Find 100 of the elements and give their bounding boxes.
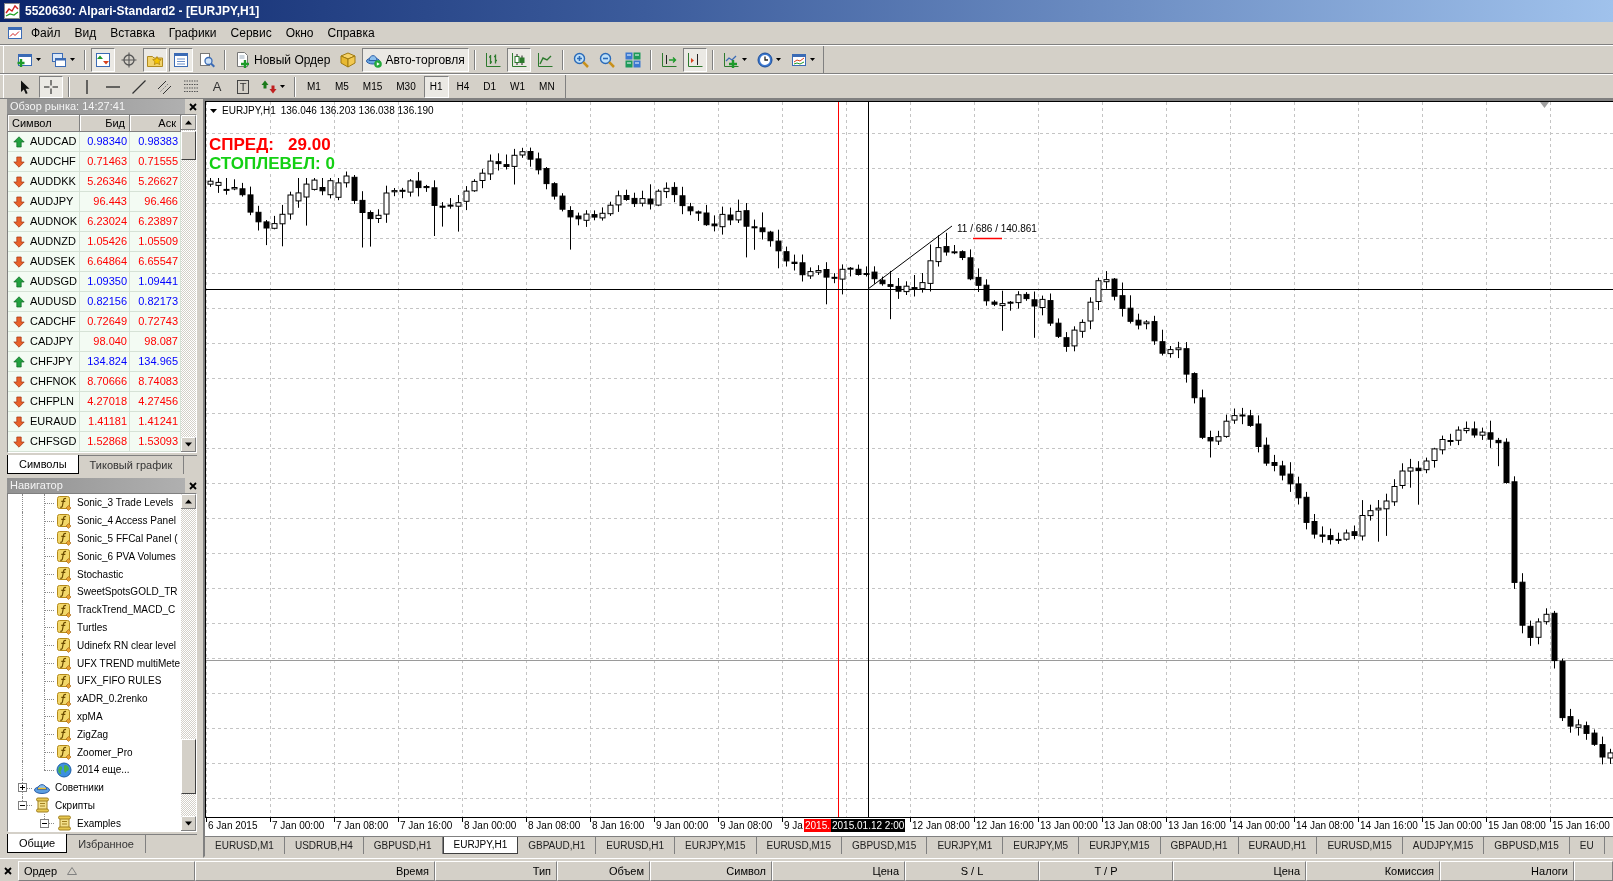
column-header[interactable]: Символ xyxy=(650,861,772,881)
text-label-tool-button[interactable]: T xyxy=(231,75,255,98)
column-header[interactable]: Аск xyxy=(130,115,181,132)
arrows-icon xyxy=(261,78,277,95)
tree-item[interactable]: Советники xyxy=(55,782,104,794)
menu-item[interactable]: Справка xyxy=(320,24,382,42)
scroll-down-arrow-icon[interactable] xyxy=(181,437,196,452)
chart-tab[interactable]: AUDJPY,M15 xyxy=(1402,837,1485,854)
tree-item[interactable]: UFX_FIFO RULES xyxy=(77,675,162,687)
tree-item[interactable]: Sonic_6 PVA Volumes xyxy=(77,550,176,562)
chart-tab[interactable]: USDRUB,H4 xyxy=(284,837,364,854)
chart-tab[interactable]: EURJPY,M15 xyxy=(1079,837,1161,854)
scrollbar[interactable] xyxy=(181,115,196,452)
column-header[interactable]: Ордер xyxy=(18,861,195,881)
panel-tab[interactable]: Тиковый график xyxy=(78,456,185,474)
tree-item[interactable]: Sonic_5 FFCal Panel ( xyxy=(77,533,178,544)
tree-item[interactable]: Udinefx RN clear level xyxy=(77,639,176,651)
caret-icon[interactable] xyxy=(210,108,217,113)
scroll-up-arrow-icon[interactable] xyxy=(181,115,196,130)
period-button[interactable]: M5 xyxy=(328,75,355,98)
scroll-thumb[interactable] xyxy=(181,739,196,794)
column-header[interactable]: Комиссия xyxy=(1306,861,1440,881)
tree-item[interactable]: Stochastic xyxy=(77,568,124,580)
chart-tab[interactable]: EURUSD,M1 xyxy=(205,837,285,854)
tree-item[interactable]: SweetSpotsGOLD_TR xyxy=(77,586,178,598)
chart-tab[interactable]: EU xyxy=(1569,837,1605,854)
column-header[interactable]: Объем xyxy=(557,861,650,881)
auto-trading-button[interactable]: Авто-торговля xyxy=(362,47,469,72)
period-button[interactable]: M30 xyxy=(390,75,422,98)
panel-tab[interactable]: Символы xyxy=(7,455,79,474)
column-header[interactable]: Налоги xyxy=(1440,861,1574,881)
tree-item[interactable]: TrackTrend_MACD_C xyxy=(77,604,176,616)
chart-tab[interactable]: GBPAUD,H1 xyxy=(1160,837,1239,854)
terminal-button[interactable] xyxy=(169,47,193,72)
tree-item[interactable]: xADR_0.2renko xyxy=(77,693,148,705)
close-icon[interactable] xyxy=(4,867,12,875)
chart-tab[interactable]: GBPUSD,H1 xyxy=(363,837,443,854)
chart-tab[interactable]: EURJPY,M1 xyxy=(927,837,1004,854)
tree-item[interactable]: 2014 еще... xyxy=(77,764,130,776)
tree-item[interactable]: xpMA xyxy=(77,710,103,722)
menu-item[interactable]: Вид xyxy=(67,24,104,42)
period-button[interactable]: H1 xyxy=(423,75,449,98)
chart-tab[interactable]: EURUSD,H1 xyxy=(596,837,676,854)
tree-item[interactable]: Sonic_3 Trade Levels xyxy=(77,497,174,509)
chart-tab[interactable]: EURJPY,H1 xyxy=(442,837,519,854)
column-header[interactable]: S / L xyxy=(905,861,1039,881)
collapse-icon[interactable] xyxy=(18,800,27,810)
tree-item[interactable]: Sonic_4 Access Panel xyxy=(77,515,176,527)
panel-tab[interactable]: Избранное xyxy=(67,835,146,853)
tree-item[interactable]: UFX TREND multiMete xyxy=(77,657,181,669)
menu-item[interactable]: Окно xyxy=(278,24,321,42)
chart-tab[interactable]: EURJPY,M15 xyxy=(675,837,757,854)
column-header[interactable]: Время xyxy=(195,861,435,881)
column-header[interactable]: Бид xyxy=(80,115,130,132)
text-tool-button[interactable]: A xyxy=(205,75,229,98)
period-button[interactable]: D1 xyxy=(477,75,503,98)
chart-shift-button[interactable] xyxy=(682,47,707,72)
market-watch-button[interactable] xyxy=(91,47,115,72)
menu-item[interactable]: Сервис xyxy=(223,24,279,42)
tree-item[interactable]: ZigZag xyxy=(77,728,109,740)
menu-item[interactable]: Графики xyxy=(161,24,224,42)
chart-tab[interactable]: EURJPY,M5 xyxy=(1003,837,1080,854)
navigator-button[interactable] xyxy=(143,47,167,72)
menu-item[interactable]: Файл xyxy=(24,24,68,42)
scrollbar[interactable] xyxy=(181,494,196,831)
close-icon[interactable] xyxy=(189,102,197,111)
column-header[interactable]: Цена xyxy=(772,861,905,881)
period-button[interactable]: W1 xyxy=(504,75,532,98)
candle-chart-button[interactable] xyxy=(506,47,531,72)
chart-tab[interactable]: GBPUSD,M15 xyxy=(1484,837,1570,854)
chart-window-icon[interactable] xyxy=(7,25,23,41)
period-button[interactable]: M1 xyxy=(301,75,327,98)
scroll-thumb[interactable] xyxy=(181,131,196,160)
scroll-down-arrow-icon[interactable] xyxy=(181,816,196,831)
column-header[interactable]: Символ xyxy=(8,115,80,132)
period-button[interactable]: MN xyxy=(533,75,561,98)
expand-icon[interactable] xyxy=(18,783,27,793)
chart-tab[interactable]: GBPAUD,H1 xyxy=(518,837,597,854)
crosshair-tool-button[interactable] xyxy=(39,75,63,98)
chart-tab[interactable]: EURAUD,H1 xyxy=(1238,837,1318,854)
symbol-text: AUDJPY xyxy=(30,194,74,209)
chart-tab[interactable]: GBPUSD,M15 xyxy=(841,837,928,854)
column-header[interactable]: T / P xyxy=(1039,861,1173,881)
column-header[interactable]: Цена xyxy=(1173,861,1306,881)
collapse-icon[interactable] xyxy=(40,818,49,828)
panel-tab[interactable]: Общие xyxy=(7,834,68,853)
tree-item[interactable]: Скрипты xyxy=(55,799,95,811)
column-header[interactable]: Тип xyxy=(435,861,557,881)
close-icon[interactable] xyxy=(189,481,197,490)
chart-tab[interactable]: EURUSD,M15 xyxy=(1317,837,1403,854)
new-order-button[interactable]: Новый Ордер xyxy=(231,47,335,72)
chart-tab[interactable]: EURUSD,M15 xyxy=(756,837,842,854)
tree-item[interactable]: Examples xyxy=(77,817,121,829)
tree-item[interactable]: Zoomer_Pro xyxy=(77,746,133,758)
period-button[interactable]: M15 xyxy=(356,75,389,98)
period-button[interactable]: H4 xyxy=(450,75,476,98)
chart-logo-icon[interactable] xyxy=(4,3,20,19)
menu-item[interactable]: Вставка xyxy=(103,24,162,42)
scroll-up-arrow-icon[interactable] xyxy=(181,494,196,509)
tree-item[interactable]: Turtles xyxy=(77,621,108,633)
